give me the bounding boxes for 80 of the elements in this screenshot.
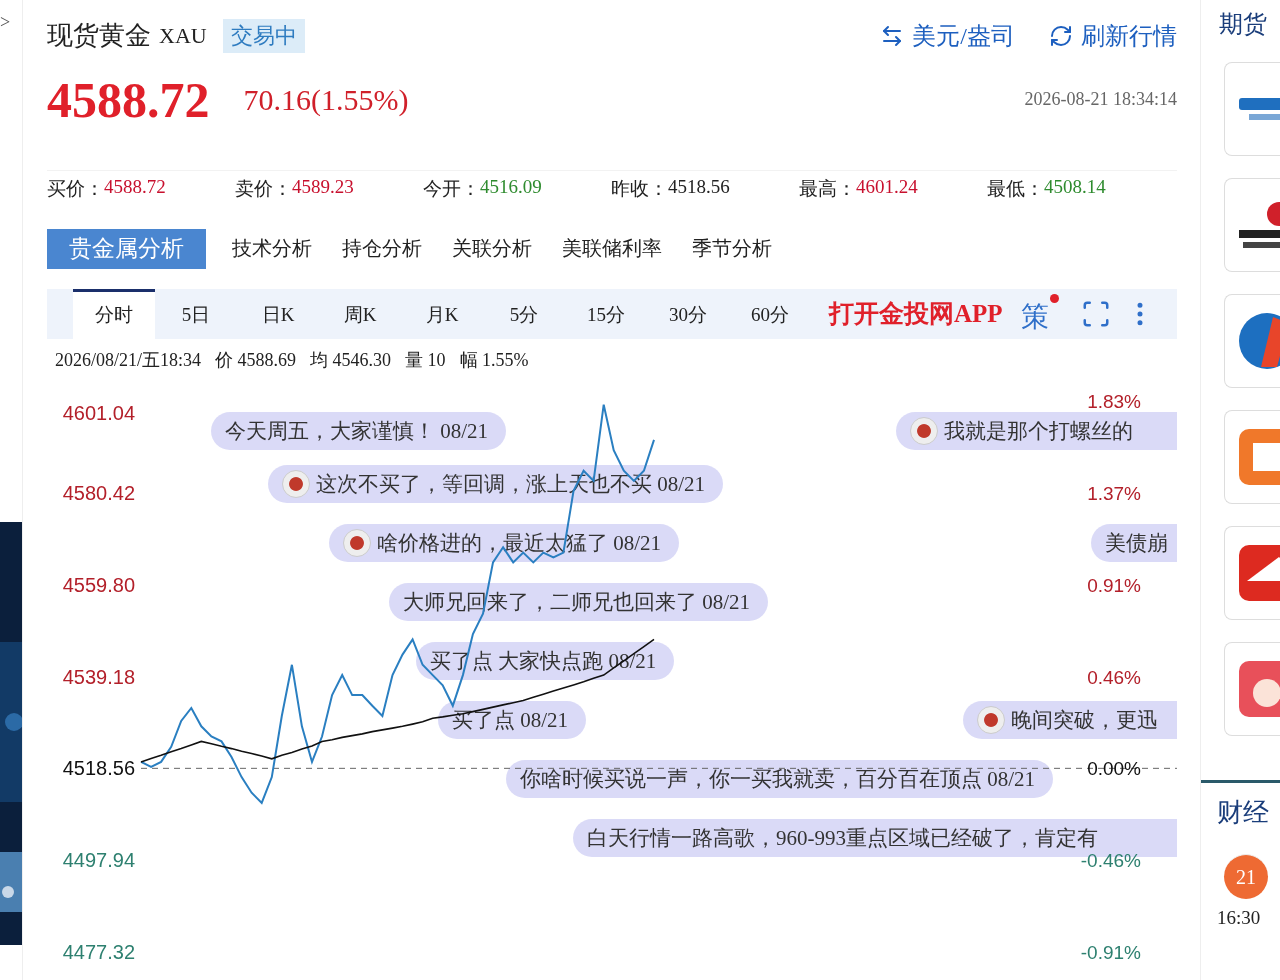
axis-label: 4559.80 — [62, 573, 135, 596]
instrument-symbol: XAU — [159, 22, 207, 49]
price-change: 70.16(1.55%) — [243, 82, 409, 117]
logo-icon — [1239, 98, 1280, 120]
current-price: 4588.72 — [47, 70, 210, 129]
analysis-tab[interactable]: 关联分析 — [438, 228, 546, 269]
axis-label: 1.83% — [1087, 390, 1141, 412]
partner-tile[interactable] — [1224, 294, 1280, 388]
axis-label: 4497.94 — [62, 848, 135, 871]
stat-label: 最高： — [799, 176, 856, 201]
status-badge: 交易中 — [222, 18, 305, 53]
period-tab[interactable]: 周K — [319, 288, 401, 339]
unit-switch-link[interactable]: 美元/盎司 — [880, 19, 1015, 52]
analysis-tab[interactable]: 技术分析 — [218, 228, 326, 269]
stat-value: 4588.72 — [104, 175, 166, 199]
stat-label: 今开： — [423, 176, 480, 201]
analysis-tab[interactable]: 持仓分析 — [328, 228, 436, 269]
partner-tile[interactable] — [1224, 642, 1280, 736]
axis-label: 4477.32 — [62, 940, 135, 963]
period-tab[interactable]: 月K — [401, 288, 483, 339]
period-tab[interactable]: 分时 — [73, 288, 155, 339]
refresh-link[interactable]: 刷新行情 — [1049, 19, 1177, 52]
analysis-tab[interactable]: 贵金属分析 — [47, 228, 206, 269]
refresh-icon — [1049, 23, 1073, 48]
analysis-tab[interactable]: 季节分析 — [678, 228, 786, 269]
period-tab[interactable]: 15分 — [565, 288, 647, 339]
stat-value: 4516.09 — [480, 175, 542, 199]
quote-info: 幅 1.55% — [459, 348, 529, 372]
date-badge: 21 — [1224, 854, 1268, 899]
axis-label: 0.46% — [1087, 666, 1141, 688]
comment-text: 我就是那个打螺丝的 — [944, 417, 1133, 445]
logo-icon — [1239, 429, 1280, 485]
period-tab[interactable]: 日K — [237, 288, 319, 339]
stat-label: 买价： — [47, 176, 104, 201]
stat-label: 昨收： — [611, 176, 668, 201]
comment-text: 今天周五，大家谨慎！ 08/21 — [225, 417, 489, 445]
comment-text: 美债崩 — [1105, 529, 1168, 557]
partner-tile[interactable] — [1224, 178, 1280, 272]
instrument-title: 现货黄金 — [47, 20, 151, 53]
section-title: 期货 — [1218, 10, 1268, 39]
stat-label: 卖价： — [235, 176, 292, 201]
logo-icon — [1239, 661, 1280, 717]
stat-value: 4508.14 — [1044, 175, 1106, 199]
stat-value: 4589.23 — [292, 175, 354, 199]
partner-tile[interactable] — [1224, 526, 1280, 620]
expand-toggle[interactable]: > — [0, 12, 22, 32]
period-tab[interactable]: 60分 — [729, 288, 811, 339]
comment-text: 你啥时候买说一声，你一买我就卖，百分百在顶点 08/21 — [520, 765, 1036, 793]
axis-label: 4601.04 — [62, 401, 135, 424]
analysis-tab[interactable]: 美联储利率 — [548, 228, 676, 269]
quote-info: 均 4546.30 — [310, 348, 391, 372]
axis-label: -0.91% — [1080, 941, 1141, 963]
comment-text: 白天行情一路高歌，960-993重点区域已经破了，肯定有 — [587, 824, 1098, 852]
stat-value: 4518.56 — [668, 175, 730, 199]
logo-icon — [1239, 313, 1280, 369]
timestamp: 2026-08-21 18:34:14 — [1024, 89, 1177, 111]
partner-tile[interactable] — [1224, 410, 1280, 504]
axis-label: -0.46% — [1080, 849, 1141, 871]
period-tab[interactable]: 30分 — [647, 288, 729, 339]
axis-label: 0.00% — [1087, 758, 1141, 780]
axis-label: 4518.56 — [62, 757, 135, 780]
open-app-link[interactable]: 打开金投网APP — [829, 297, 1003, 331]
axis-label: 1.37% — [1087, 482, 1141, 504]
stat-label: 最低： — [987, 176, 1044, 201]
axis-label: 4580.42 — [62, 481, 135, 504]
partner-tile[interactable] — [1224, 62, 1280, 156]
period-tab[interactable]: 5分 — [483, 288, 565, 339]
axis-label: 0.91% — [1087, 574, 1141, 596]
axis-label: 4539.18 — [62, 665, 135, 688]
logo-icon — [1239, 545, 1280, 601]
quote-info: 2026/08/21/五18:34 — [55, 348, 201, 372]
quote-info: 量 10 — [405, 348, 446, 372]
section-title: 财经 — [1216, 797, 1270, 829]
logo-icon — [1239, 202, 1280, 248]
quote-info: 价 4588.69 — [215, 348, 296, 372]
strategy-button[interactable]: 策 — [1020, 291, 1059, 336]
stat-value: 4601.24 — [856, 175, 918, 199]
comment-text: 晚间突破，更迅 — [1011, 706, 1158, 734]
news-time: 16:30 — [1217, 907, 1262, 929]
period-tab[interactable]: 5日 — [155, 288, 237, 339]
